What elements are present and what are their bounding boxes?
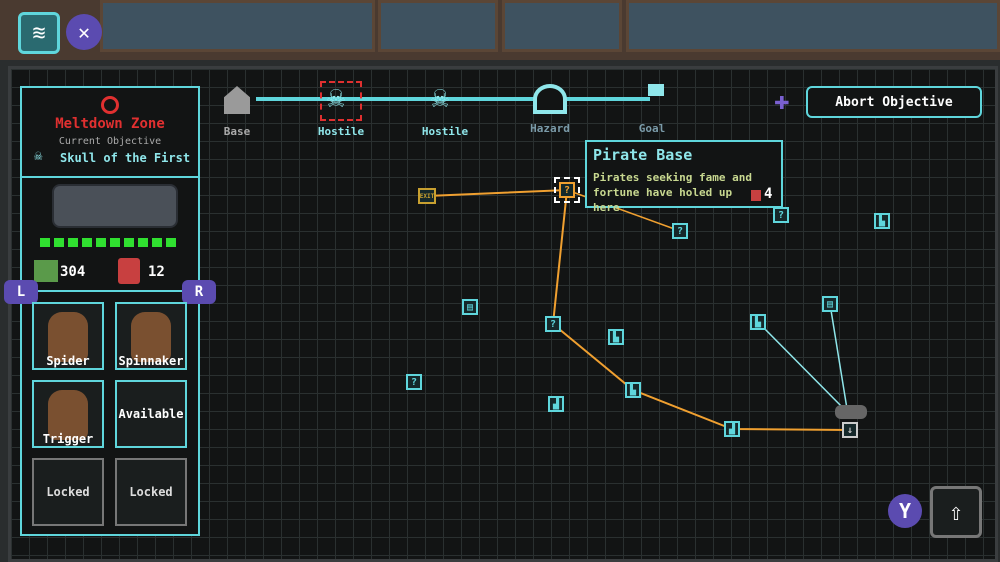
ship-image	[52, 184, 178, 228]
track-label: Hazard	[530, 122, 570, 135]
fuel-count: 12	[148, 264, 165, 280]
track-label: Base	[223, 125, 251, 138]
crew-slot-spider[interactable]: Spider	[32, 302, 104, 370]
shop-node[interactable]: ▟	[548, 396, 564, 412]
hull-pip	[82, 238, 92, 247]
exit-label: EXIT	[419, 192, 435, 200]
crew-slot-locked: Locked	[32, 458, 104, 526]
hull-pip	[96, 238, 106, 247]
hull-pip	[124, 238, 134, 247]
shop-node[interactable]: ▟	[724, 421, 740, 437]
shop-node[interactable]: ▙	[750, 314, 766, 330]
skull-icon: ☠	[327, 80, 346, 115]
hull-pip	[68, 238, 78, 247]
crew-name: Trigger	[42, 432, 94, 446]
shop-node[interactable]: ▙	[625, 382, 641, 398]
tooltip-body: Pirates seeking fame and fortune have ho…	[593, 171, 752, 214]
meltdown-icon	[101, 96, 119, 114]
r-bumper-button[interactable]: R	[182, 280, 216, 304]
l-bumper-button[interactable]: L	[4, 280, 38, 304]
shop-node[interactable]: ▤	[822, 296, 838, 312]
unknown-node[interactable]: ?	[545, 316, 561, 332]
track-label: Hostile	[317, 125, 365, 138]
unknown-node[interactable]: ?	[773, 207, 789, 223]
unknown-node[interactable]: ?	[406, 374, 422, 390]
skull-icon: ☠	[431, 80, 450, 115]
plus-icon[interactable]: ✚	[774, 88, 790, 114]
crew-name: Available	[118, 407, 184, 421]
hull-pip	[54, 238, 64, 247]
divider	[22, 176, 198, 178]
route-branch	[757, 321, 851, 416]
divider	[22, 290, 198, 292]
hull-pip	[138, 238, 148, 247]
unknown-node[interactable]: ?	[672, 223, 688, 239]
shop-node[interactable]: ▤	[462, 299, 478, 315]
crew-name: Spider	[46, 354, 90, 368]
crew-slot-locked: Locked	[115, 458, 187, 526]
scrap-count: 304	[60, 264, 86, 280]
fuel-icon	[751, 190, 761, 201]
zone-name: Meltdown Zone	[55, 116, 165, 132]
track-label: Goal	[638, 122, 666, 135]
tooltip-title: Pirate Base	[593, 146, 693, 164]
launch-button[interactable]: ⇧	[930, 486, 982, 538]
fuel-icon	[118, 258, 140, 284]
hull-pip	[40, 238, 50, 247]
abort-label: Abort Objective	[835, 94, 953, 110]
scrap-icon	[34, 260, 58, 282]
crew-name: Spinnaker	[118, 354, 184, 368]
player-ship-icon	[835, 405, 867, 419]
objective-label: Current Objective	[58, 136, 162, 147]
crew-name: Locked	[46, 485, 90, 499]
crew-slot-trigger[interactable]: Trigger	[32, 380, 104, 448]
crew-slot-spinnaker[interactable]: Spinnaker	[115, 302, 187, 370]
y-button[interactable]: Y	[888, 494, 922, 528]
hazard-icon	[533, 84, 567, 114]
skull-icon: ☠	[34, 148, 43, 164]
track-label: Hostile	[421, 125, 469, 138]
hull-bar	[40, 238, 176, 247]
hull-pip	[152, 238, 162, 247]
crew-slot-available[interactable]: Available	[115, 380, 187, 448]
abort-objective-button[interactable]: Abort Objective	[806, 86, 982, 118]
shop-node[interactable]: ▙	[608, 329, 624, 345]
hull-pip	[166, 238, 176, 247]
upload-icon: ⇧	[948, 498, 964, 526]
unknown-node-selected[interactable]: ?	[554, 177, 580, 203]
node-tooltip: Pirate Base Pirates seeking fame and for…	[585, 140, 783, 214]
flag-icon	[648, 84, 664, 96]
tooltip-cost: 4	[764, 186, 773, 202]
hull-pip	[110, 238, 120, 247]
exit-node[interactable]: EXIT	[418, 188, 436, 204]
objective-name: Skull of the First	[60, 151, 191, 165]
current-location-node[interactable]: ↓	[842, 422, 858, 438]
shop-node[interactable]: ▙	[874, 213, 890, 229]
crew-name: Locked	[129, 485, 173, 499]
